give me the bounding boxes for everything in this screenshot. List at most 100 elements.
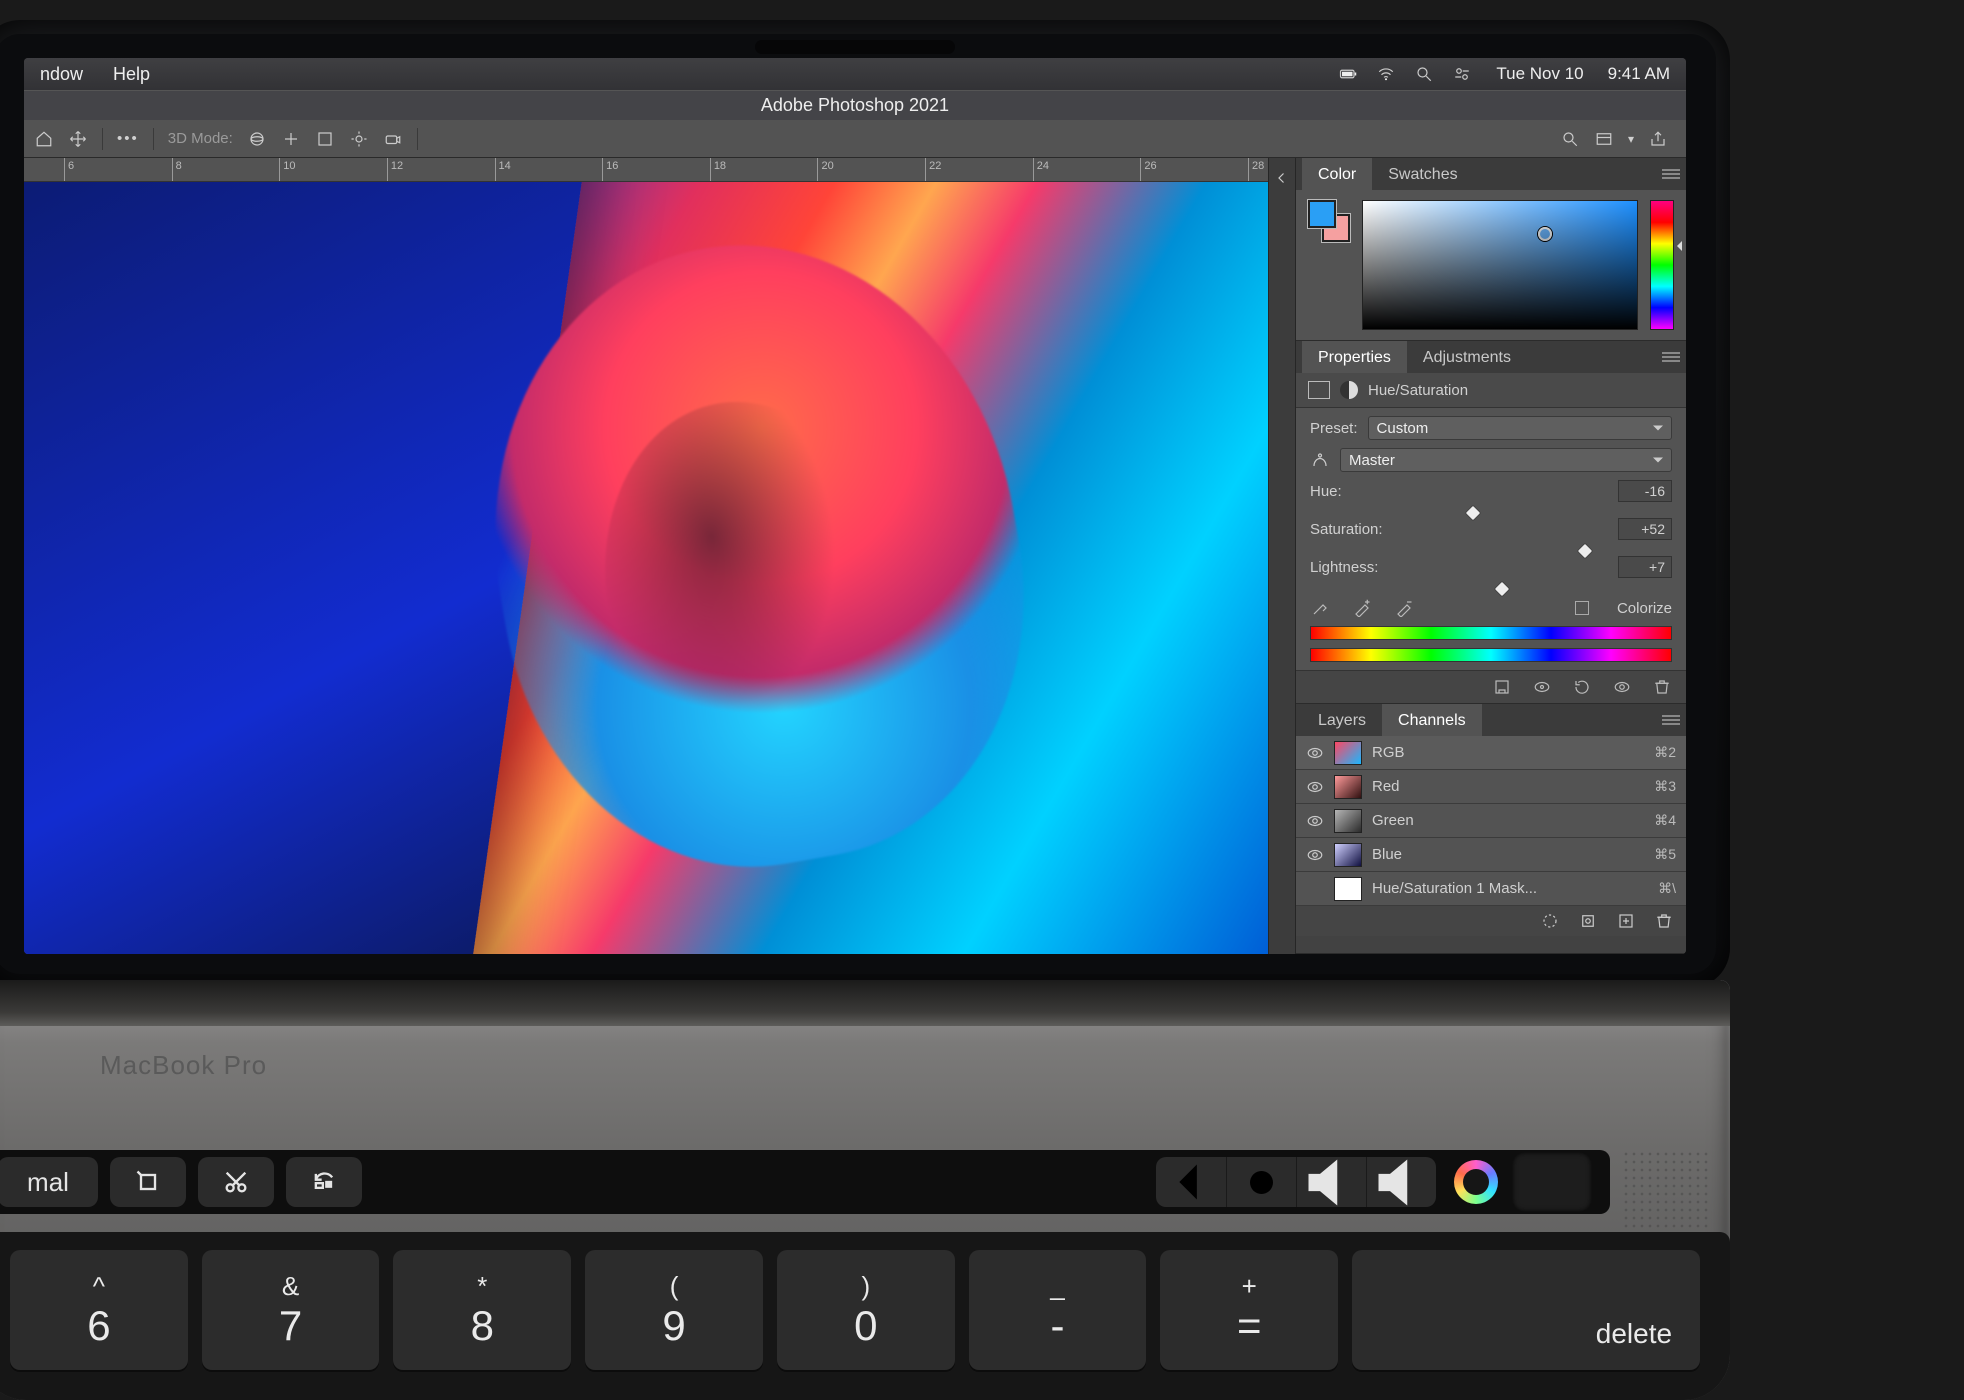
touchbar-transform-icon[interactable]	[110, 1157, 186, 1207]
tab-layers[interactable]: Layers	[1302, 704, 1382, 736]
touchbar-undo-icon[interactable]	[286, 1157, 362, 1207]
toolbar-search-icon[interactable]	[1560, 129, 1580, 149]
control-center-icon[interactable]	[1452, 64, 1472, 84]
hue-label: Hue:	[1310, 483, 1388, 500]
eyedropper-add-icon[interactable]	[1352, 598, 1372, 618]
touchbar-volume-icon[interactable]	[1296, 1157, 1366, 1207]
touchbar-brightness-icon[interactable]	[1226, 1157, 1296, 1207]
scale-3d-icon[interactable]	[315, 129, 335, 149]
channel-row[interactable]: RGB ⌘2	[1296, 736, 1686, 770]
horizontal-ruler[interactable]: 6810121416182022242628	[24, 158, 1268, 182]
eyedropper-subtract-icon[interactable]	[1394, 598, 1414, 618]
overflow-icon[interactable]: •••	[117, 130, 139, 147]
touchbar-expand-icon[interactable]	[1156, 1157, 1226, 1207]
document-canvas[interactable]	[24, 182, 1268, 954]
key[interactable]: (9	[585, 1250, 763, 1370]
key[interactable]: _-	[969, 1250, 1147, 1370]
channel-thumbnail	[1334, 843, 1362, 867]
keyboard: ^6&7*8(9)0_-+=delete	[0, 1232, 1730, 1400]
chevron-down-icon[interactable]: ▾	[1628, 132, 1634, 146]
panel-menu-icon[interactable]	[1662, 352, 1680, 362]
channel-row[interactable]: Blue⌘5	[1296, 838, 1686, 872]
targeted-adjustment-icon[interactable]	[1310, 450, 1330, 470]
key[interactable]: +=	[1160, 1250, 1338, 1370]
tab-color[interactable]: Color	[1302, 158, 1372, 190]
collapse-panels-icon[interactable]	[1272, 168, 1292, 188]
saturation-value[interactable]: +52	[1618, 518, 1672, 540]
color-picker-indicator[interactable]	[1538, 227, 1552, 241]
tab-channels[interactable]: Channels	[1382, 704, 1482, 736]
colorize-checkbox[interactable]	[1575, 601, 1589, 615]
menu-item-help[interactable]: Help	[113, 64, 150, 85]
new-channel-icon[interactable]	[1616, 911, 1636, 931]
toggle-visibility-icon[interactable]	[1612, 677, 1632, 697]
key[interactable]: ^6	[10, 1250, 188, 1370]
channel-shortcut: ⌘2	[1654, 744, 1676, 761]
light-3d-icon[interactable]	[349, 129, 369, 149]
touchbar-mute-icon[interactable]	[1366, 1157, 1436, 1207]
adjustment-type-label: Hue/Saturation	[1368, 382, 1468, 399]
menu-item-window[interactable]: ndow	[40, 64, 83, 85]
channel-thumbnail	[1334, 775, 1362, 799]
wifi-icon[interactable]	[1376, 64, 1396, 84]
channel-select[interactable]: Master	[1340, 448, 1672, 472]
delete-channel-icon[interactable]	[1654, 911, 1674, 931]
ruler-tick: 20	[817, 158, 818, 181]
channel-thumbnail	[1334, 809, 1362, 833]
key[interactable]: &7	[202, 1250, 380, 1370]
panel-collapse-strip[interactable]	[1268, 158, 1296, 954]
channel-name: RGB	[1372, 744, 1405, 761]
view-previous-icon[interactable]	[1532, 677, 1552, 697]
menubar-time[interactable]: 9:41 AM	[1608, 64, 1670, 84]
tab-adjustments[interactable]: Adjustments	[1407, 341, 1527, 373]
channel-row[interactable]: Red⌘3	[1296, 770, 1686, 804]
trash-icon[interactable]	[1652, 677, 1672, 697]
hue-strip[interactable]	[1650, 200, 1674, 330]
orbit-icon[interactable]	[247, 129, 267, 149]
ruler-tick: 14	[495, 158, 496, 181]
share-icon[interactable]	[1648, 129, 1668, 149]
search-icon[interactable]	[1414, 64, 1434, 84]
touchbar-cut-icon[interactable]	[198, 1157, 274, 1207]
eyedropper-icon[interactable]	[1310, 598, 1330, 618]
move-tool-icon[interactable]	[68, 129, 88, 149]
hue-value[interactable]: -16	[1618, 480, 1672, 502]
panel-menu-icon[interactable]	[1662, 169, 1680, 179]
tab-swatches[interactable]: Swatches	[1372, 158, 1473, 190]
battery-icon[interactable]	[1338, 64, 1358, 84]
key[interactable]: )0	[777, 1250, 955, 1370]
tab-properties[interactable]: Properties	[1302, 341, 1407, 373]
ruler-tick: 8	[172, 158, 173, 181]
preset-select[interactable]: Custom	[1368, 416, 1672, 440]
save-selection-icon[interactable]	[1578, 911, 1598, 931]
channel-row[interactable]: Hue/Saturation 1 Mask...⌘\	[1296, 872, 1686, 906]
ruler-tick: 18	[710, 158, 711, 181]
channel-shortcut: ⌘4	[1654, 812, 1676, 829]
touchbar-blend-mode[interactable]: mal	[0, 1157, 98, 1207]
color-field[interactable]	[1362, 200, 1638, 330]
pan-3d-icon[interactable]	[281, 129, 301, 149]
menubar-date[interactable]: Tue Nov 10	[1496, 64, 1583, 84]
home-icon[interactable]	[34, 129, 54, 149]
workspace-switcher-icon[interactable]	[1594, 129, 1614, 149]
visibility-eye-icon[interactable]	[1306, 880, 1324, 898]
key-delete[interactable]: delete	[1352, 1250, 1700, 1370]
visibility-eye-icon[interactable]	[1306, 846, 1324, 864]
channel-row[interactable]: Green⌘4	[1296, 804, 1686, 838]
reset-icon[interactable]	[1572, 677, 1592, 697]
channel-shortcut: ⌘\	[1658, 880, 1676, 897]
visibility-eye-icon[interactable]	[1306, 744, 1324, 762]
load-selection-icon[interactable]	[1540, 911, 1560, 931]
foreground-background-swatch[interactable]	[1308, 200, 1350, 242]
foreground-color-swatch[interactable]	[1308, 200, 1336, 228]
visibility-eye-icon[interactable]	[1306, 812, 1324, 830]
key[interactable]: *8	[393, 1250, 571, 1370]
3d-mode-label: 3D Mode:	[168, 130, 233, 147]
touchbar-siri-icon[interactable]	[1454, 1160, 1498, 1204]
clip-to-layer-icon[interactable]	[1492, 677, 1512, 697]
lightness-value[interactable]: +7	[1618, 556, 1672, 578]
camera-3d-icon[interactable]	[383, 129, 403, 149]
visibility-eye-icon[interactable]	[1306, 778, 1324, 796]
panel-menu-icon[interactable]	[1662, 715, 1680, 725]
touch-id-button[interactable]	[1512, 1152, 1592, 1212]
